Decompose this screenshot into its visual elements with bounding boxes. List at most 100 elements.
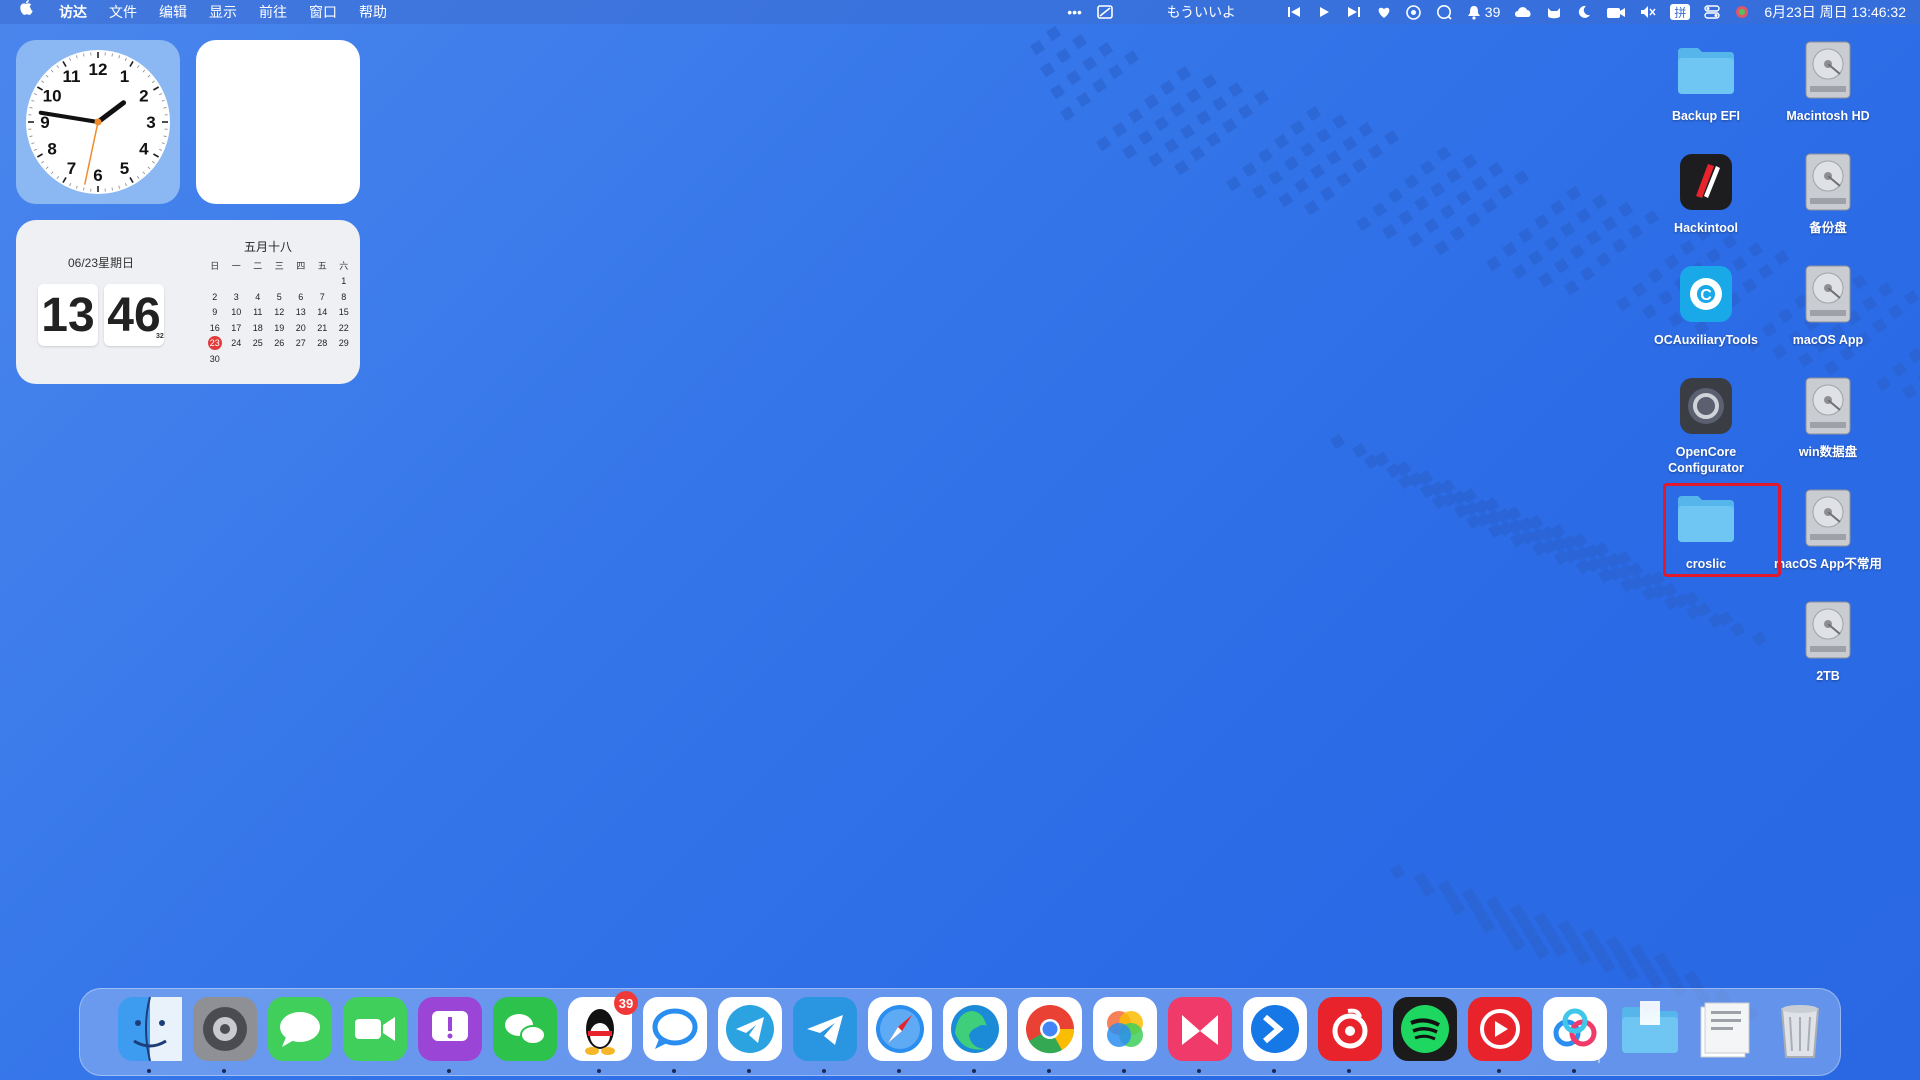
calendar-day: 9 bbox=[212, 307, 218, 318]
notification-count: 39 bbox=[1484, 4, 1501, 20]
desktop-icon-label: OpenCore Configurator bbox=[1668, 445, 1744, 475]
desktop-icon-win-[interactable]: win数据盘 bbox=[1770, 374, 1886, 460]
finder-icon[interactable] bbox=[118, 996, 182, 1073]
clock-widget[interactable]: 12 1 2 3 4 5 6 7 8 9 10 11 bbox=[16, 40, 180, 204]
desktop-icon-macos-app-[interactable]: macOS App不常用 bbox=[1770, 486, 1886, 572]
clock-number: 4 bbox=[139, 140, 149, 159]
more-icon[interactable]: ••• bbox=[1067, 4, 1083, 20]
calendar-day: 14 bbox=[317, 307, 328, 318]
calendar-day: 20 bbox=[295, 322, 306, 333]
desktop-icon-hackintool[interactable]: Hackintool bbox=[1648, 150, 1764, 236]
desktop-icon-label: 备份盘 bbox=[1809, 221, 1847, 235]
calendar-day: 11 bbox=[253, 307, 263, 318]
running-indicator bbox=[597, 1069, 601, 1073]
calendar-day: 17 bbox=[231, 322, 242, 333]
calendar-day: 16 bbox=[209, 322, 220, 333]
calendar-day bbox=[247, 274, 269, 290]
baidu-netdisk-icon[interactable] bbox=[1543, 997, 1607, 1073]
now-playing-title[interactable]: もういいよ bbox=[1167, 4, 1236, 20]
trash-icon[interactable] bbox=[1768, 997, 1832, 1061]
downloads-folder-icon[interactable] bbox=[1618, 997, 1682, 1061]
calendar-day-today: 23 bbox=[207, 336, 222, 351]
calendar-day: 3 bbox=[233, 291, 239, 302]
control-center-icon[interactable] bbox=[1704, 4, 1721, 20]
cloud-icon[interactable] bbox=[1514, 4, 1532, 20]
facetime-icon[interactable] bbox=[343, 997, 407, 1061]
running-indicator bbox=[147, 1069, 151, 1073]
youtube-music-icon[interactable] bbox=[1468, 997, 1532, 1073]
clock-number: 12 bbox=[89, 60, 108, 79]
desktop-icon-label: Backup EFI bbox=[1671, 109, 1741, 123]
telegram-icon[interactable] bbox=[718, 997, 782, 1073]
feedback-icon[interactable] bbox=[418, 997, 482, 1073]
menu-window[interactable]: 窗口 bbox=[298, 0, 348, 24]
desktop-icon-macintosh-hd[interactable]: Macintosh HD bbox=[1770, 38, 1886, 124]
running-indicator bbox=[897, 1069, 901, 1073]
menu-file[interactable]: 文件 bbox=[98, 0, 148, 24]
wechat-icon[interactable] bbox=[493, 997, 557, 1061]
desktop-icon--[interactable]: 备份盘 bbox=[1770, 150, 1886, 236]
chrome-icon[interactable] bbox=[1018, 997, 1082, 1073]
menu-datetime[interactable]: 6月23日 周日 13:46:32 bbox=[1764, 4, 1906, 20]
desktop-icon-macos-app[interactable]: macOS App bbox=[1770, 262, 1886, 348]
qq-icon[interactable]: 39 bbox=[568, 991, 638, 1073]
folder-icon bbox=[1674, 38, 1738, 102]
running-indicator bbox=[1497, 1069, 1501, 1073]
menu-edit[interactable]: 编辑 bbox=[148, 0, 198, 24]
document-stack-icon[interactable] bbox=[1693, 997, 1757, 1061]
safari-icon[interactable] bbox=[868, 997, 932, 1073]
teamviewer-icon[interactable] bbox=[1243, 997, 1307, 1073]
empty-widget[interactable] bbox=[196, 40, 360, 204]
image-edit-icon[interactable] bbox=[1096, 4, 1113, 20]
running-indicator bbox=[1347, 1069, 1351, 1073]
calendar-day: 29 bbox=[338, 338, 349, 349]
calendar-day: 27 bbox=[295, 338, 306, 349]
desktop-icon-2tb[interactable]: 2TB bbox=[1770, 598, 1886, 684]
desktop-icon-ocauxiliarytools[interactable]: C OCAuxiliaryTools bbox=[1648, 262, 1764, 348]
photos-icon[interactable] bbox=[1093, 997, 1157, 1073]
heart-icon[interactable] bbox=[1376, 4, 1392, 20]
edge-icon[interactable] bbox=[943, 997, 1007, 1073]
previous-track-icon[interactable] bbox=[1286, 4, 1302, 20]
calendar-day: 12 bbox=[274, 307, 285, 318]
input-method-indicator[interactable]: 拼 bbox=[1670, 4, 1691, 20]
widget-date: 06/23星期日 bbox=[68, 256, 135, 270]
calendar-day: 8 bbox=[341, 291, 347, 302]
menu-app-name[interactable]: 访达 bbox=[48, 0, 98, 24]
desktop-icon-opencore-configurator[interactable]: OpenCore Configurator bbox=[1648, 374, 1764, 476]
desktop-icon-backup-efi[interactable]: Backup EFI bbox=[1648, 38, 1764, 124]
chat-bubble-icon[interactable] bbox=[643, 997, 707, 1073]
mute-icon[interactable] bbox=[1640, 4, 1656, 20]
netease-music-icon[interactable] bbox=[1406, 4, 1422, 20]
spotify-icon[interactable] bbox=[1393, 997, 1457, 1061]
play-icon[interactable] bbox=[1316, 4, 1332, 20]
desktop-icon-label: Macintosh HD bbox=[1786, 109, 1870, 123]
paw-icon[interactable] bbox=[1168, 997, 1232, 1073]
netease-music-icon[interactable] bbox=[1318, 997, 1382, 1073]
calendar-day: 30 bbox=[209, 353, 220, 364]
calendar-day: 5 bbox=[276, 291, 282, 302]
system-settings-icon[interactable] bbox=[193, 997, 257, 1073]
menu-go[interactable]: 前往 bbox=[248, 0, 298, 24]
app-icon bbox=[1674, 150, 1738, 214]
apple-logo-icon[interactable] bbox=[0, 0, 48, 24]
notification-bell-icon[interactable]: 39 bbox=[1467, 4, 1500, 20]
next-track-icon[interactable] bbox=[1346, 4, 1362, 20]
calendar-day: 4 bbox=[255, 291, 261, 302]
calendar-clock-widget[interactable]: 06/23星期日 13 46 32 五月十八 日一二三四五六1234567891… bbox=[16, 220, 360, 384]
dock: 39 bbox=[79, 988, 1841, 1076]
hard-disk-icon bbox=[1796, 38, 1860, 102]
moon-icon[interactable] bbox=[1576, 4, 1592, 20]
messages-icon[interactable] bbox=[268, 997, 332, 1061]
camera-icon[interactable] bbox=[1606, 4, 1626, 20]
desktop-icon-label: win数据盘 bbox=[1798, 445, 1858, 459]
calendar-day: 26 bbox=[274, 338, 285, 349]
menu-help[interactable]: 帮助 bbox=[348, 0, 398, 24]
calendar-day: 22 bbox=[338, 322, 349, 333]
telegram-alt-icon[interactable] bbox=[793, 997, 857, 1073]
cat-icon[interactable] bbox=[1546, 4, 1562, 20]
siri-icon[interactable] bbox=[1734, 4, 1750, 20]
menu-view[interactable]: 显示 bbox=[198, 0, 248, 24]
search-chat-icon[interactable] bbox=[1436, 4, 1453, 20]
app-icon: C bbox=[1674, 262, 1738, 326]
